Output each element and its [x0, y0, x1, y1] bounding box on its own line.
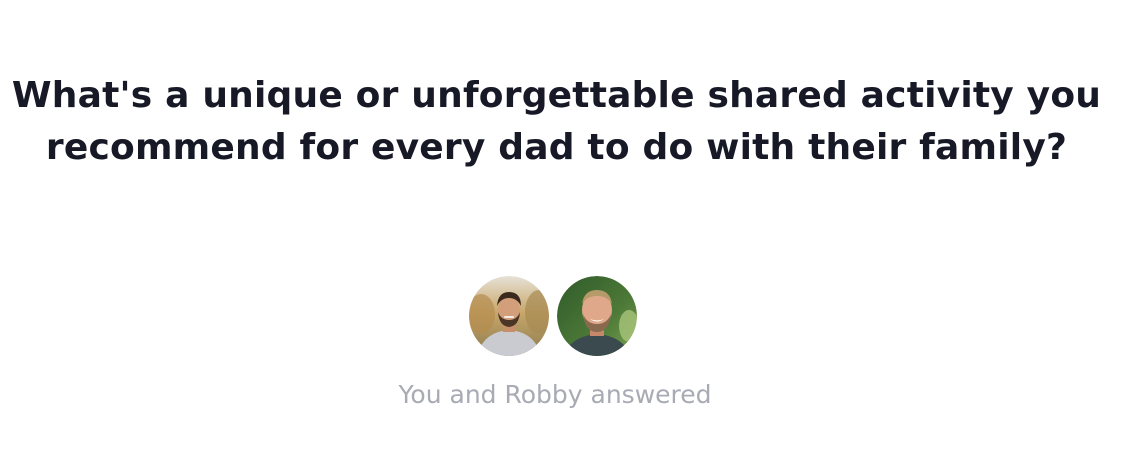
answered-summary: You and Robby answered: [398, 380, 712, 409]
avatar-robby[interactable]: [557, 276, 637, 356]
question-card: What's a unique or unforgettable shared …: [0, 0, 1138, 476]
question-line-2: recommend for every dad to do with their…: [45, 127, 1068, 168]
question-line-1: What's a unique or unforgettable shared …: [11, 75, 1102, 116]
responder-avatars: [469, 276, 637, 356]
avatar-you[interactable]: [469, 276, 549, 356]
question-title: What's a unique or unforgettable shared …: [0, 70, 1113, 174]
